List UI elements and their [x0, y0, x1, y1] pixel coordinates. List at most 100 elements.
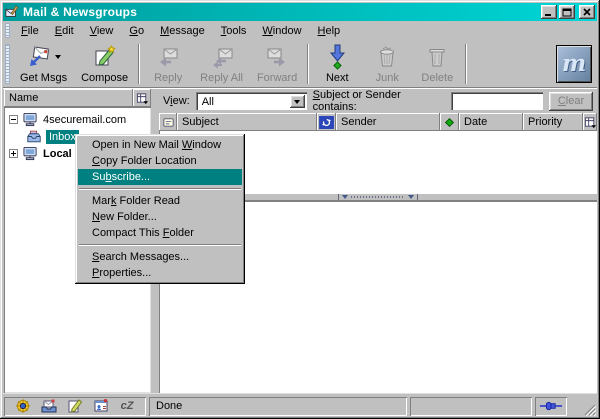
- filter-group: Subject or Sender contains: Clear: [313, 89, 593, 113]
- maximize-button[interactable]: [559, 5, 575, 19]
- local-folders-icon: [22, 146, 39, 161]
- toolbar-separator: [465, 44, 467, 84]
- forward-icon: [265, 45, 289, 69]
- menuitem-subscribe[interactable]: Subscribe...: [78, 169, 242, 185]
- reply-button[interactable]: Reply: [143, 42, 193, 86]
- view-search-bar: View: All Subject or Sender contains: Cl…: [159, 89, 597, 113]
- collapse-down-icon: [408, 195, 414, 199]
- folder-column-header-name[interactable]: Name: [4, 89, 133, 107]
- thread-column-picker-icon[interactable]: [583, 113, 597, 131]
- mail-server-icon: [22, 112, 39, 127]
- mail-newsgroups-window: Mail & Newsgroups File Edit View Go Mess…: [0, 0, 600, 419]
- next-label: Next: [326, 72, 349, 84]
- reply-label: Reply: [154, 72, 182, 84]
- chevron-down-icon[interactable]: [290, 95, 305, 108]
- component-bar: cZ: [4, 397, 146, 416]
- collapse-up-icon: [342, 195, 348, 199]
- menubar: File Edit View Go Message Tools Window H…: [3, 21, 597, 40]
- clear-button[interactable]: Clear: [549, 92, 593, 111]
- reply-all-icon: [210, 45, 234, 69]
- close-button[interactable]: [579, 5, 595, 19]
- column-header-date[interactable]: Date: [459, 113, 523, 131]
- titlebar[interactable]: Mail & Newsgroups: [3, 3, 597, 21]
- menuitem-search-messages[interactable]: Search Messages...: [78, 249, 242, 265]
- forward-button[interactable]: Forward: [250, 42, 304, 86]
- address-book-icon[interactable]: [91, 398, 111, 414]
- inbox-icon: [26, 130, 42, 143]
- tree-row-account[interactable]: 4securemail.com: [4, 111, 151, 128]
- mozilla-logo[interactable]: m: [556, 45, 592, 83]
- view-select-value: All: [202, 96, 290, 108]
- menu-go[interactable]: Go: [121, 23, 152, 39]
- menuitem-copy-folder-location[interactable]: Copy Folder Location: [78, 153, 242, 169]
- view-select[interactable]: All: [196, 92, 307, 110]
- forward-label: Forward: [257, 72, 297, 84]
- menuitem-open-in-new-mail-window[interactable]: Open in New Mail Window: [78, 137, 242, 153]
- menu-message[interactable]: Message: [152, 23, 213, 39]
- filter-input[interactable]: [451, 92, 543, 110]
- menuitem-new-folder[interactable]: New Folder...: [78, 209, 242, 225]
- window-title: Mail & Newsgroups: [23, 5, 539, 19]
- junk-button[interactable]: Junk: [362, 42, 412, 86]
- mail-component-icon[interactable]: [39, 398, 59, 414]
- menu-window[interactable]: Window: [254, 23, 309, 39]
- delete-label: Delete: [421, 72, 453, 84]
- mail-toolbar: Get Msgs Compose: [3, 40, 597, 87]
- expand-plus-icon[interactable]: [9, 149, 18, 158]
- chatzilla-icon[interactable]: cZ: [117, 398, 137, 414]
- get-msgs-label: Get Msgs: [20, 72, 67, 84]
- menuitem-compact-this-folder[interactable]: Compact This Folder: [78, 225, 242, 241]
- account-label: 4securemail.com: [43, 114, 126, 126]
- inbox-label-selected: Inbox: [46, 130, 79, 144]
- toolbar-separator: [307, 44, 309, 84]
- folder-column-picker-icon[interactable]: [133, 89, 151, 107]
- column-header-priority[interactable]: Priority: [523, 113, 583, 131]
- toolbar-separator: [138, 44, 140, 84]
- menu-view[interactable]: View: [82, 23, 122, 39]
- menuitem-properties[interactable]: Properties...: [78, 265, 242, 281]
- app-icon: [5, 5, 19, 19]
- column-header-subject[interactable]: Subject: [177, 113, 317, 131]
- compose-button[interactable]: Compose: [74, 42, 135, 86]
- get-mail-icon: [27, 45, 51, 69]
- menu-separator: [79, 244, 241, 246]
- menu-tools[interactable]: Tools: [213, 23, 255, 39]
- resize-grip[interactable]: [583, 403, 596, 416]
- message-type-column-icon[interactable]: [159, 113, 177, 131]
- online-plug-icon: [539, 400, 563, 412]
- next-icon: [325, 44, 349, 70]
- delete-button[interactable]: Delete: [412, 42, 462, 86]
- delete-icon: [425, 45, 449, 69]
- thread-column-headers: Subject Sender Date Priority: [159, 113, 597, 131]
- reply-icon: [156, 45, 180, 69]
- status-text: Done: [156, 400, 182, 412]
- menu-edit[interactable]: Edit: [47, 23, 82, 39]
- navigator-icon[interactable]: [13, 398, 33, 414]
- collapse-minus-icon[interactable]: [9, 115, 18, 124]
- get-msgs-dropdown-icon[interactable]: [55, 55, 61, 59]
- menu-separator: [79, 188, 241, 190]
- column-header-sender[interactable]: Sender: [336, 113, 440, 131]
- online-status-panel[interactable]: [535, 397, 567, 416]
- toolbar-grippy-handle[interactable]: [5, 44, 10, 84]
- menubar-grippy-handle[interactable]: [5, 23, 10, 38]
- composer-component-icon[interactable]: [65, 398, 85, 414]
- next-button[interactable]: Next: [312, 42, 362, 86]
- statusbar: cZ Done: [3, 393, 597, 416]
- reply-all-button[interactable]: Reply All: [193, 42, 250, 86]
- folder-context-menu: Open in New Mail Window Copy Folder Loca…: [75, 134, 245, 284]
- flag-column-icon[interactable]: [440, 113, 459, 131]
- minimize-button[interactable]: [541, 5, 557, 19]
- menuitem-mark-folder-read[interactable]: Mark Folder Read: [78, 193, 242, 209]
- menu-file[interactable]: File: [13, 23, 47, 39]
- reply-all-label: Reply All: [200, 72, 243, 84]
- get-msgs-button[interactable]: Get Msgs: [13, 42, 74, 86]
- menu-help[interactable]: Help: [310, 23, 349, 39]
- progress-panel: [410, 397, 532, 416]
- junk-label: Junk: [376, 72, 399, 84]
- filter-label: Subject or Sender contains:: [313, 89, 445, 113]
- view-label: View:: [163, 95, 190, 107]
- compose-icon: [93, 45, 117, 69]
- thread-column-icon[interactable]: [317, 113, 336, 131]
- compose-label: Compose: [81, 72, 128, 84]
